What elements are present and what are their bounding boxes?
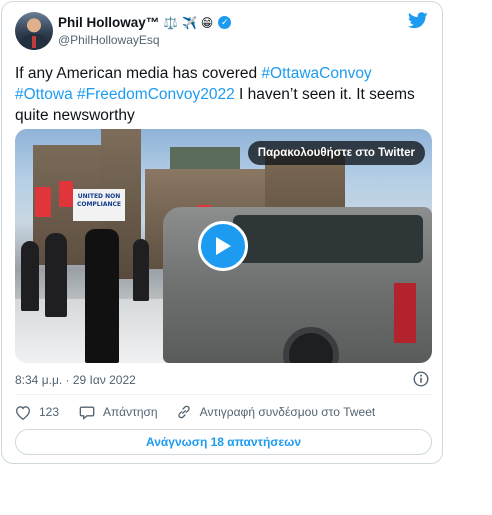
flag bbox=[59, 181, 73, 207]
link-icon bbox=[177, 405, 190, 419]
author-name-row: Phil Holloway™ ⚖️ ✈️ 😁 ✓ bbox=[58, 15, 232, 30]
avatar-tie bbox=[32, 36, 36, 48]
tweet-text-part-1: If any American media has covered bbox=[15, 65, 262, 82]
author-handle[interactable]: @PhilHollowayEsq bbox=[58, 33, 160, 47]
tweet-card: Phil Holloway™ ⚖️ ✈️ 😁 ✓ @PhilHollowayEs… bbox=[1, 1, 443, 464]
tweet-text: If any American media has covered #Ottaw… bbox=[15, 63, 430, 126]
play-icon[interactable] bbox=[198, 221, 248, 271]
suv-taillight bbox=[394, 283, 416, 343]
action-bar: 123 Απάντηση Αντιγραφή συνδέσμου στο Twe… bbox=[15, 404, 393, 420]
suv-window bbox=[233, 215, 423, 263]
person-foreground bbox=[85, 229, 119, 363]
reply-label: Απάντηση bbox=[103, 405, 158, 419]
person bbox=[45, 233, 67, 317]
person bbox=[133, 239, 149, 301]
video-thumbnail[interactable]: UNITED NON COMPLIANCE Παρακολουθήστε στο… bbox=[15, 129, 432, 363]
like-count: 123 bbox=[39, 405, 60, 419]
hashtag-ottawaconvoy[interactable]: #OttawaConvoy bbox=[261, 65, 371, 82]
twitter-bird-icon[interactable] bbox=[407, 12, 428, 34]
suv-wheel bbox=[283, 327, 339, 363]
watch-on-twitter-badge[interactable]: Παρακολουθήστε στο Twitter bbox=[247, 141, 425, 165]
hashtag-ottowa[interactable]: #Ottowa bbox=[15, 86, 73, 103]
reply-bubble-icon bbox=[79, 406, 95, 420]
person bbox=[21, 241, 39, 311]
tweet-timestamp[interactable]: 8:34 μ.μ. · 29 Ιαν 2022 bbox=[15, 373, 136, 387]
copy-link-button[interactable]: Αντιγραφή συνδέσμου στο Tweet bbox=[176, 404, 376, 420]
verified-badge-icon: ✓ bbox=[218, 16, 232, 29]
heart-icon bbox=[15, 405, 31, 420]
copy-link-label: Αντιγραφή συνδέσμου στο Tweet bbox=[199, 405, 376, 419]
flag bbox=[35, 187, 51, 217]
info-icon[interactable] bbox=[413, 371, 429, 392]
divider bbox=[15, 394, 432, 395]
read-replies-button[interactable]: Ανάγνωση 18 απαντήσεων bbox=[15, 429, 432, 455]
building-roof bbox=[170, 147, 240, 169]
protest-sign: UNITED NON COMPLIANCE bbox=[73, 189, 125, 221]
author-name[interactable]: Phil Holloway™ bbox=[58, 15, 159, 30]
like-button[interactable]: 123 bbox=[15, 405, 59, 420]
reply-button[interactable]: Απάντηση bbox=[79, 405, 158, 420]
hashtag-freedomconvoy2022[interactable]: #FreedomConvoy2022 bbox=[77, 86, 235, 103]
author-emojis: ⚖️ ✈️ 😁 bbox=[163, 15, 214, 30]
avatar[interactable] bbox=[15, 12, 53, 50]
